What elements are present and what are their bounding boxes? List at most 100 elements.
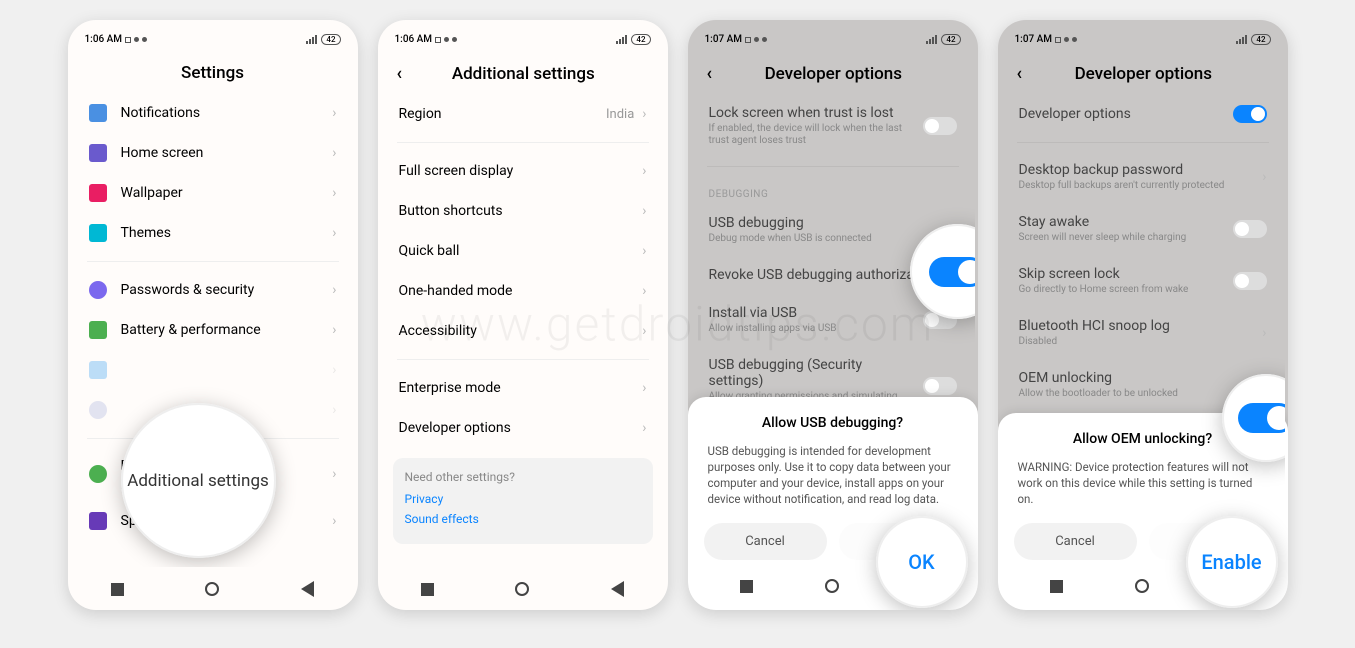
phone-developer-oem: 1:07 AM 42 ‹ Developer options Developer… xyxy=(998,20,1288,610)
battery-icon: 42 xyxy=(631,34,650,45)
chevron-right-icon: › xyxy=(642,380,646,396)
status-icon xyxy=(435,37,441,43)
notifications-icon xyxy=(89,104,107,122)
settings-item-wallpaper[interactable]: Wallpaper › xyxy=(83,173,343,213)
cancel-button[interactable]: Cancel xyxy=(704,523,827,560)
status-icon xyxy=(1072,37,1077,42)
stay-awake-item[interactable]: Stay awakeScreen will never sleep while … xyxy=(1013,203,1273,255)
status-icon xyxy=(134,37,139,42)
battery-icon: 42 xyxy=(1251,34,1270,45)
sound-effects-link[interactable]: Sound effects xyxy=(405,512,641,526)
nav-back-icon[interactable] xyxy=(301,581,314,597)
skip-screen-lock-item[interactable]: Skip screen lockGo directly to Home scre… xyxy=(1013,255,1273,307)
settings-item-home-screen[interactable]: Home screen › xyxy=(83,133,343,173)
developer-options-item[interactable]: Developer options› xyxy=(393,408,653,448)
privacy-link[interactable]: Privacy xyxy=(405,492,641,506)
accessibility-item[interactable]: Accessibility› xyxy=(393,311,653,351)
one-handed-mode-item[interactable]: One-handed mode› xyxy=(393,271,653,311)
chevron-right-icon: › xyxy=(332,185,336,201)
status-icon xyxy=(1055,37,1061,43)
chevron-right-icon: › xyxy=(642,243,646,259)
settings-item-battery[interactable]: Battery & performance › xyxy=(83,310,343,350)
nav-recents-icon[interactable] xyxy=(421,583,434,596)
signal-icon xyxy=(926,35,937,44)
footer-card: Need other settings? Privacy Sound effec… xyxy=(393,458,653,544)
status-icon xyxy=(444,37,449,42)
page-title: Developer options xyxy=(708,64,958,84)
dialog-body: WARNING: Device protection features will… xyxy=(1014,459,1272,523)
divider xyxy=(707,166,959,167)
chevron-right-icon: › xyxy=(332,322,336,338)
chevron-right-icon: › xyxy=(332,402,336,418)
nav-bar xyxy=(381,567,665,607)
settings-item-passwords-security[interactable]: Passwords & security › xyxy=(83,270,343,310)
chevron-right-icon: › xyxy=(642,106,646,122)
settings-item-hidden-1[interactable]: › xyxy=(83,350,343,390)
status-icon xyxy=(1064,37,1069,42)
settings-item-notifications[interactable]: Notifications › xyxy=(83,93,343,133)
toggle-switch-on-icon xyxy=(1238,403,1285,433)
nav-home-icon[interactable] xyxy=(205,582,219,596)
nav-recents-icon[interactable] xyxy=(1050,580,1063,593)
chevron-right-icon: › xyxy=(642,203,646,219)
status-time: 1:06 AM xyxy=(395,34,433,45)
toggle-switch[interactable] xyxy=(923,377,957,395)
status-time: 1:07 AM xyxy=(705,34,743,45)
dialog-title: Allow USB debugging? xyxy=(704,415,962,431)
wellbeing-icon xyxy=(89,465,107,483)
magnifier-ok-button: OK xyxy=(876,516,968,608)
phone-additional-settings: 1:06 AM 42 ‹ Additional settings Region … xyxy=(378,20,668,610)
chevron-right-icon: › xyxy=(332,282,336,298)
page-title: Developer options xyxy=(1018,64,1268,84)
signal-icon xyxy=(1236,35,1247,44)
bluetooth-hci-snoop-item[interactable]: Bluetooth HCI snoop logDisabled › xyxy=(1013,307,1273,359)
status-bar: 1:07 AM 42 xyxy=(691,30,975,49)
chevron-right-icon: › xyxy=(642,163,646,179)
signal-icon xyxy=(616,35,627,44)
additional-settings-list: Region India› Full screen display› Butto… xyxy=(381,94,665,567)
page-header: ‹ Additional settings xyxy=(381,49,665,94)
settings-list: Notifications › Home screen › Wallpaper … xyxy=(71,93,355,567)
chevron-right-icon: › xyxy=(642,420,646,436)
page-title: Additional settings xyxy=(398,64,648,84)
toggle-switch[interactable] xyxy=(1233,220,1267,238)
full-screen-display-item[interactable]: Full screen display› xyxy=(393,151,653,191)
divider xyxy=(1017,142,1269,143)
footer-prompt: Need other settings? xyxy=(405,470,641,484)
toggle-switch[interactable] xyxy=(923,117,957,135)
quick-ball-item[interactable]: Quick ball› xyxy=(393,231,653,271)
themes-icon xyxy=(89,224,107,242)
nav-home-icon[interactable] xyxy=(1135,579,1149,593)
chevron-right-icon: › xyxy=(332,513,336,529)
divider xyxy=(87,261,339,262)
status-icon xyxy=(452,37,457,42)
enterprise-mode-item[interactable]: Enterprise mode› xyxy=(393,368,653,408)
usb-debugging-dialog: Allow USB debugging? USB debugging is in… xyxy=(688,397,978,610)
page-header: Settings xyxy=(71,49,355,93)
chevron-right-icon: › xyxy=(1262,325,1266,341)
phone-settings: 1:06 AM 42 Settings Notifications › Home… xyxy=(68,20,358,610)
status-bar: 1:07 AM 42 xyxy=(1001,30,1285,49)
developer-options-toggle-item[interactable]: Developer options xyxy=(1013,94,1273,134)
region-item[interactable]: Region India› xyxy=(393,94,653,134)
apps-icon xyxy=(89,361,107,379)
toggle-switch[interactable] xyxy=(1233,105,1267,123)
button-shortcuts-item[interactable]: Button shortcuts› xyxy=(393,191,653,231)
nav-home-icon[interactable] xyxy=(825,579,839,593)
desktop-backup-password-item[interactable]: Desktop backup passwordDesktop full back… xyxy=(1013,151,1273,203)
lock-screen-trust-item[interactable]: Lock screen when trust is lostIf enabled… xyxy=(703,94,963,158)
nav-bar xyxy=(71,567,355,607)
security-icon xyxy=(89,281,107,299)
toggle-switch[interactable] xyxy=(1233,272,1267,290)
signal-icon xyxy=(306,35,317,44)
nav-home-icon[interactable] xyxy=(515,582,529,596)
battery-icon: 42 xyxy=(941,34,960,45)
special-features-icon xyxy=(89,512,107,530)
nav-recents-icon[interactable] xyxy=(111,583,124,596)
magnifier-enable-button: Enable xyxy=(1186,516,1278,608)
nav-back-icon[interactable] xyxy=(611,581,624,597)
cancel-button[interactable]: Cancel xyxy=(1014,523,1137,560)
section-debugging: DEBUGGING xyxy=(703,175,963,204)
nav-recents-icon[interactable] xyxy=(740,580,753,593)
settings-item-themes[interactable]: Themes › xyxy=(83,213,343,253)
